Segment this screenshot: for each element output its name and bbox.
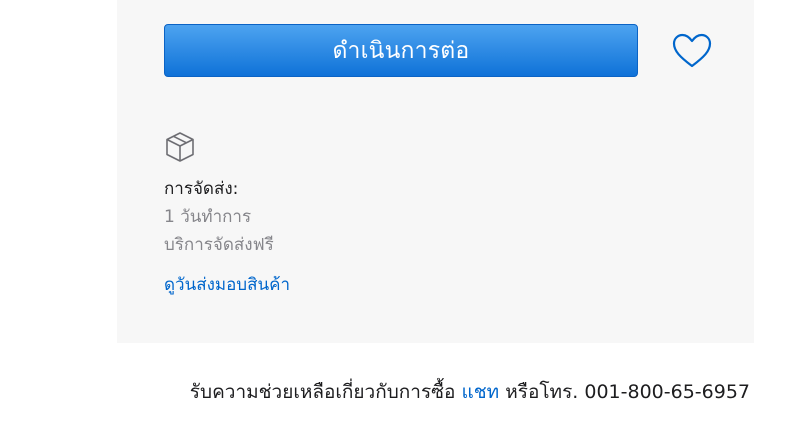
- delivery-cost: บริการจัดส่งฟรี: [164, 235, 274, 255]
- help-prefix: รับความช่วยเหลือเกี่ยวกับการซื้อ: [189, 381, 462, 403]
- box-icon: [164, 131, 196, 163]
- delivery-title: การจัดส่ง:: [164, 179, 239, 199]
- help-phone: หรือโทร. 001-800-65-6957: [499, 381, 750, 403]
- heart-icon: [672, 33, 712, 68]
- delivery-lead-time: 1 วันทำการ: [164, 207, 252, 227]
- check-delivery-dates-link[interactable]: ดูวันส่งมอบสินค้า: [164, 271, 290, 298]
- help-text: รับความช่วยเหลือเกี่ยวกับการซื้อ แชท หรื…: [190, 377, 750, 407]
- chat-link[interactable]: แชท: [462, 381, 500, 403]
- favorite-button[interactable]: [672, 33, 712, 69]
- continue-button[interactable]: ดำเนินการต่อ: [164, 24, 638, 77]
